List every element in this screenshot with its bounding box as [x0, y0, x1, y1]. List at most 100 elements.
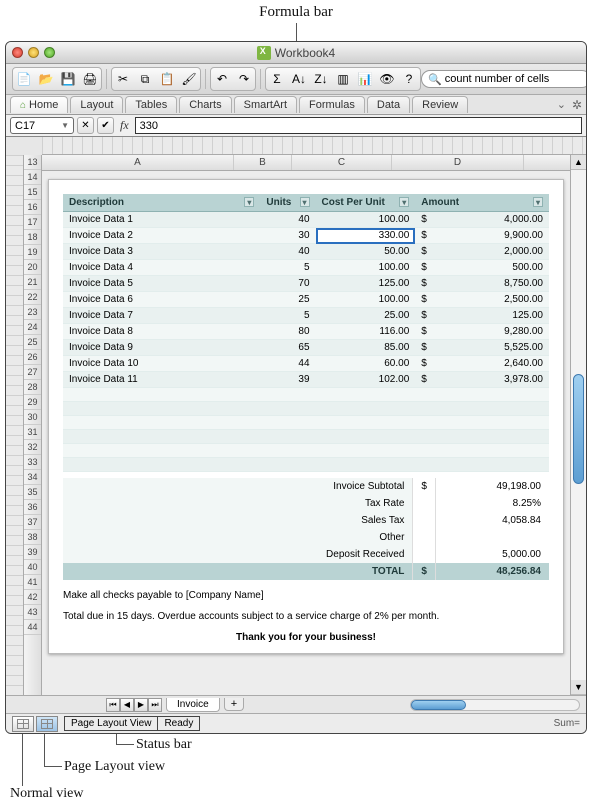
table-row-empty[interactable] — [63, 430, 549, 444]
row-headers[interactable]: 1314151617181920212223242526272829303132… — [24, 155, 42, 695]
row-header[interactable]: 37 — [24, 515, 41, 530]
th-units[interactable]: Units▾ — [260, 194, 315, 212]
row-header[interactable]: 31 — [24, 425, 41, 440]
th-amount[interactable]: Amount▾ — [415, 194, 549, 212]
scroll-up-icon[interactable]: ▲ — [571, 155, 586, 170]
cell-desc[interactable]: Invoice Data 8 — [63, 324, 260, 340]
cell-desc[interactable]: Invoice Data 9 — [63, 340, 260, 356]
cell-desc[interactable]: Invoice Data 11 — [63, 372, 260, 388]
open-button[interactable]: 📂 — [36, 69, 56, 89]
sheet-nav-first[interactable]: ⏮ — [106, 698, 120, 712]
fx-label[interactable]: fx — [120, 118, 129, 133]
table-row[interactable]: Invoice Data 45100.00$500.00 — [63, 260, 549, 276]
row-header[interactable]: 25 — [24, 335, 41, 350]
cell-desc[interactable]: Invoice Data 1 — [63, 212, 260, 228]
vertical-scrollbar[interactable]: ▲ ▼ — [570, 155, 586, 695]
cell-cost[interactable]: 85.00 — [316, 340, 416, 356]
col-header-a[interactable]: A — [42, 155, 234, 170]
row-header[interactable]: 40 — [24, 560, 41, 575]
ribbon-collapse-icon[interactable]: ⌄ — [557, 98, 566, 111]
row-header[interactable]: 15 — [24, 185, 41, 200]
cell-units[interactable]: 5 — [260, 260, 315, 276]
accept-formula-button[interactable]: ✔ — [97, 117, 114, 134]
row-header[interactable]: 44 — [24, 620, 41, 635]
cell-desc[interactable]: Invoice Data 2 — [63, 228, 260, 244]
filter-icon[interactable]: ▾ — [533, 197, 543, 207]
cell-amount[interactable]: $5,525.00 — [415, 340, 549, 356]
row-header[interactable]: 18 — [24, 230, 41, 245]
cell-units[interactable]: 40 — [260, 244, 315, 260]
cell-desc[interactable]: Invoice Data 6 — [63, 292, 260, 308]
name-box[interactable]: C17 ▼ — [10, 117, 74, 134]
row-header[interactable]: 32 — [24, 440, 41, 455]
table-row-empty[interactable] — [63, 458, 549, 472]
row-header[interactable]: 35 — [24, 485, 41, 500]
row-header[interactable]: 41 — [24, 575, 41, 590]
sum-button[interactable]: Σ — [267, 69, 287, 89]
cell-amount[interactable]: $500.00 — [415, 260, 549, 276]
horizontal-scrollbar[interactable] — [244, 699, 586, 711]
table-row-empty[interactable] — [63, 444, 549, 458]
row-header[interactable]: 21 — [24, 275, 41, 290]
cut-button[interactable]: ✂ — [113, 69, 133, 89]
row-header[interactable]: 34 — [24, 470, 41, 485]
help-button[interactable]: ? — [399, 69, 419, 89]
formula-input[interactable] — [135, 117, 582, 134]
col-header-c[interactable]: C — [292, 155, 392, 170]
scroll-thumb[interactable] — [573, 374, 584, 484]
help-search[interactable]: 🔍 — [421, 70, 587, 88]
cell-amount[interactable]: $125.00 — [415, 308, 549, 324]
row-header[interactable]: 27 — [24, 365, 41, 380]
table-row[interactable]: Invoice Data 140100.00$4,000.00 — [63, 212, 549, 228]
gear-icon[interactable]: ✲ — [572, 98, 582, 112]
row-header[interactable]: 38 — [24, 530, 41, 545]
tab-review[interactable]: Review — [412, 96, 468, 113]
th-description[interactable]: Description▾ — [63, 194, 260, 212]
normal-view-button[interactable] — [12, 716, 34, 732]
row-header[interactable]: 26 — [24, 350, 41, 365]
row-header[interactable]: 23 — [24, 305, 41, 320]
cancel-formula-button[interactable]: ✕ — [77, 117, 94, 134]
row-header[interactable]: 33 — [24, 455, 41, 470]
cell-units[interactable]: 40 — [260, 212, 315, 228]
cell-cost[interactable]: 125.00 — [316, 276, 416, 292]
sheet-nav-next[interactable]: ▶ — [134, 698, 148, 712]
row-header[interactable]: 36 — [24, 500, 41, 515]
cell-cost[interactable]: 60.00 — [316, 356, 416, 372]
table-row-empty[interactable] — [63, 416, 549, 430]
tab-data[interactable]: Data — [367, 96, 410, 113]
cell-amount[interactable]: $9,900.00 — [415, 228, 549, 244]
new-button[interactable]: 📄 — [14, 69, 34, 89]
row-header[interactable]: 13 — [24, 155, 41, 170]
copy-button[interactable]: ⧉ — [135, 69, 155, 89]
help-search-input[interactable] — [445, 73, 587, 85]
add-sheet-button[interactable]: + — [224, 698, 244, 711]
cell-units[interactable]: 65 — [260, 340, 315, 356]
table-row[interactable]: Invoice Data 625100.00$2,500.00 — [63, 292, 549, 308]
filter-icon[interactable]: ▾ — [300, 197, 310, 207]
cell-desc[interactable]: Invoice Data 4 — [63, 260, 260, 276]
cell-cost[interactable]: 100.00 — [316, 260, 416, 276]
sheet-tab-invoice[interactable]: Invoice — [166, 698, 220, 712]
column-headers[interactable]: A B C D — [42, 155, 570, 171]
redo-button[interactable]: ↷ — [234, 69, 254, 89]
sort-button[interactable]: A↓ — [289, 69, 309, 89]
table-row[interactable]: Invoice Data 570125.00$8,750.00 — [63, 276, 549, 292]
col-header-b[interactable]: B — [234, 155, 292, 170]
cell-cost[interactable]: 330.00 — [316, 228, 416, 244]
row-header[interactable]: 20 — [24, 260, 41, 275]
table-row[interactable]: Invoice Data 96585.00$5,525.00 — [63, 340, 549, 356]
undo-button[interactable]: ↶ — [212, 69, 232, 89]
cell-amount[interactable]: $9,280.00 — [415, 324, 549, 340]
tab-home[interactable]: ⌂Home — [10, 96, 68, 113]
row-header[interactable]: 17 — [24, 215, 41, 230]
table-row[interactable]: Invoice Data 104460.00$2,640.00 — [63, 356, 549, 372]
row-header[interactable]: 16 — [24, 200, 41, 215]
chart-button[interactable]: 📊 — [355, 69, 375, 89]
cell-desc[interactable]: Invoice Data 7 — [63, 308, 260, 324]
scroll-down-icon[interactable]: ▼ — [571, 680, 586, 695]
row-header[interactable]: 19 — [24, 245, 41, 260]
row-header[interactable]: 43 — [24, 605, 41, 620]
cell-amount[interactable]: $8,750.00 — [415, 276, 549, 292]
format-painter-button[interactable]: 🖌 — [179, 69, 199, 89]
